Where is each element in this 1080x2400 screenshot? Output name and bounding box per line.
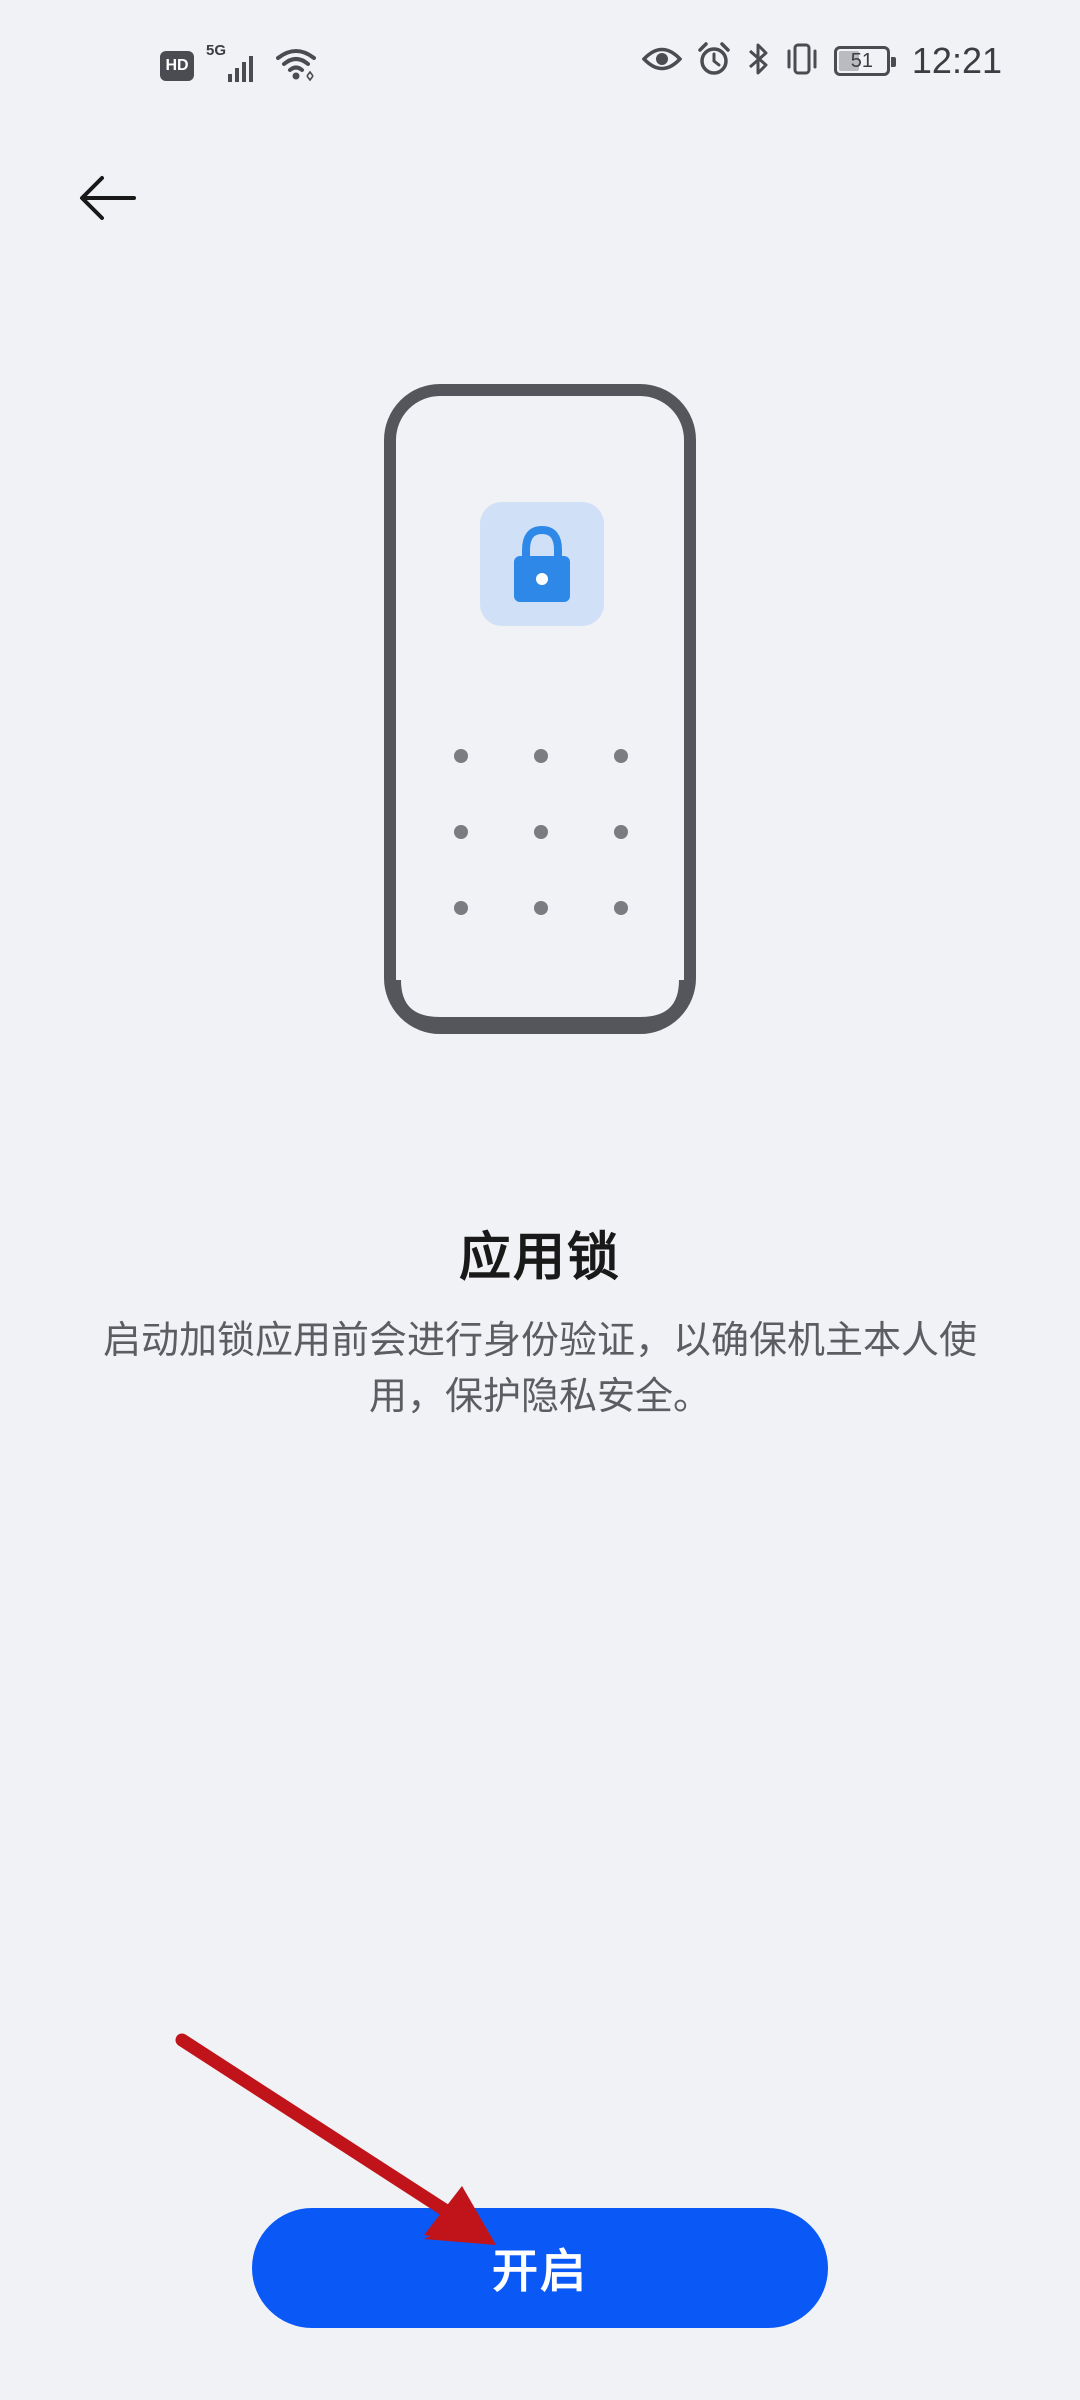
back-button[interactable]: [60, 150, 156, 246]
eye-comfort-icon: [641, 44, 683, 78]
hd-badge: HD: [160, 51, 194, 81]
bluetooth-icon: [746, 41, 770, 81]
arrow-left-icon: [80, 176, 136, 220]
page-description: 启动加锁应用前会进行身份验证，以确保机主本人使用，保护隐私安全。: [102, 1318, 977, 1418]
pattern-dots: [454, 749, 628, 915]
battery-level: 51: [850, 49, 874, 72]
status-bar-right: 51 12:21: [641, 40, 1002, 82]
battery-icon: 51: [833, 46, 896, 76]
cellular-signal-icon: 5G: [206, 42, 262, 84]
enable-button[interactable]: 开启: [252, 2208, 828, 2328]
page-title: 应用锁: [458, 1228, 621, 1288]
annotation-arrow: [175, 2033, 496, 2245]
status-bar-left: HD 5G: [160, 42, 318, 86]
status-time: 12:21: [911, 40, 1002, 81]
vibrate-icon: [784, 41, 820, 81]
alarm-icon: [696, 41, 732, 81]
app-lock-illustration: [384, 384, 696, 1034]
status-bar: HD 5G 51 12:21: [0, 0, 1080, 140]
wifi-icon: [274, 46, 318, 86]
phone-frame: [384, 384, 696, 1034]
